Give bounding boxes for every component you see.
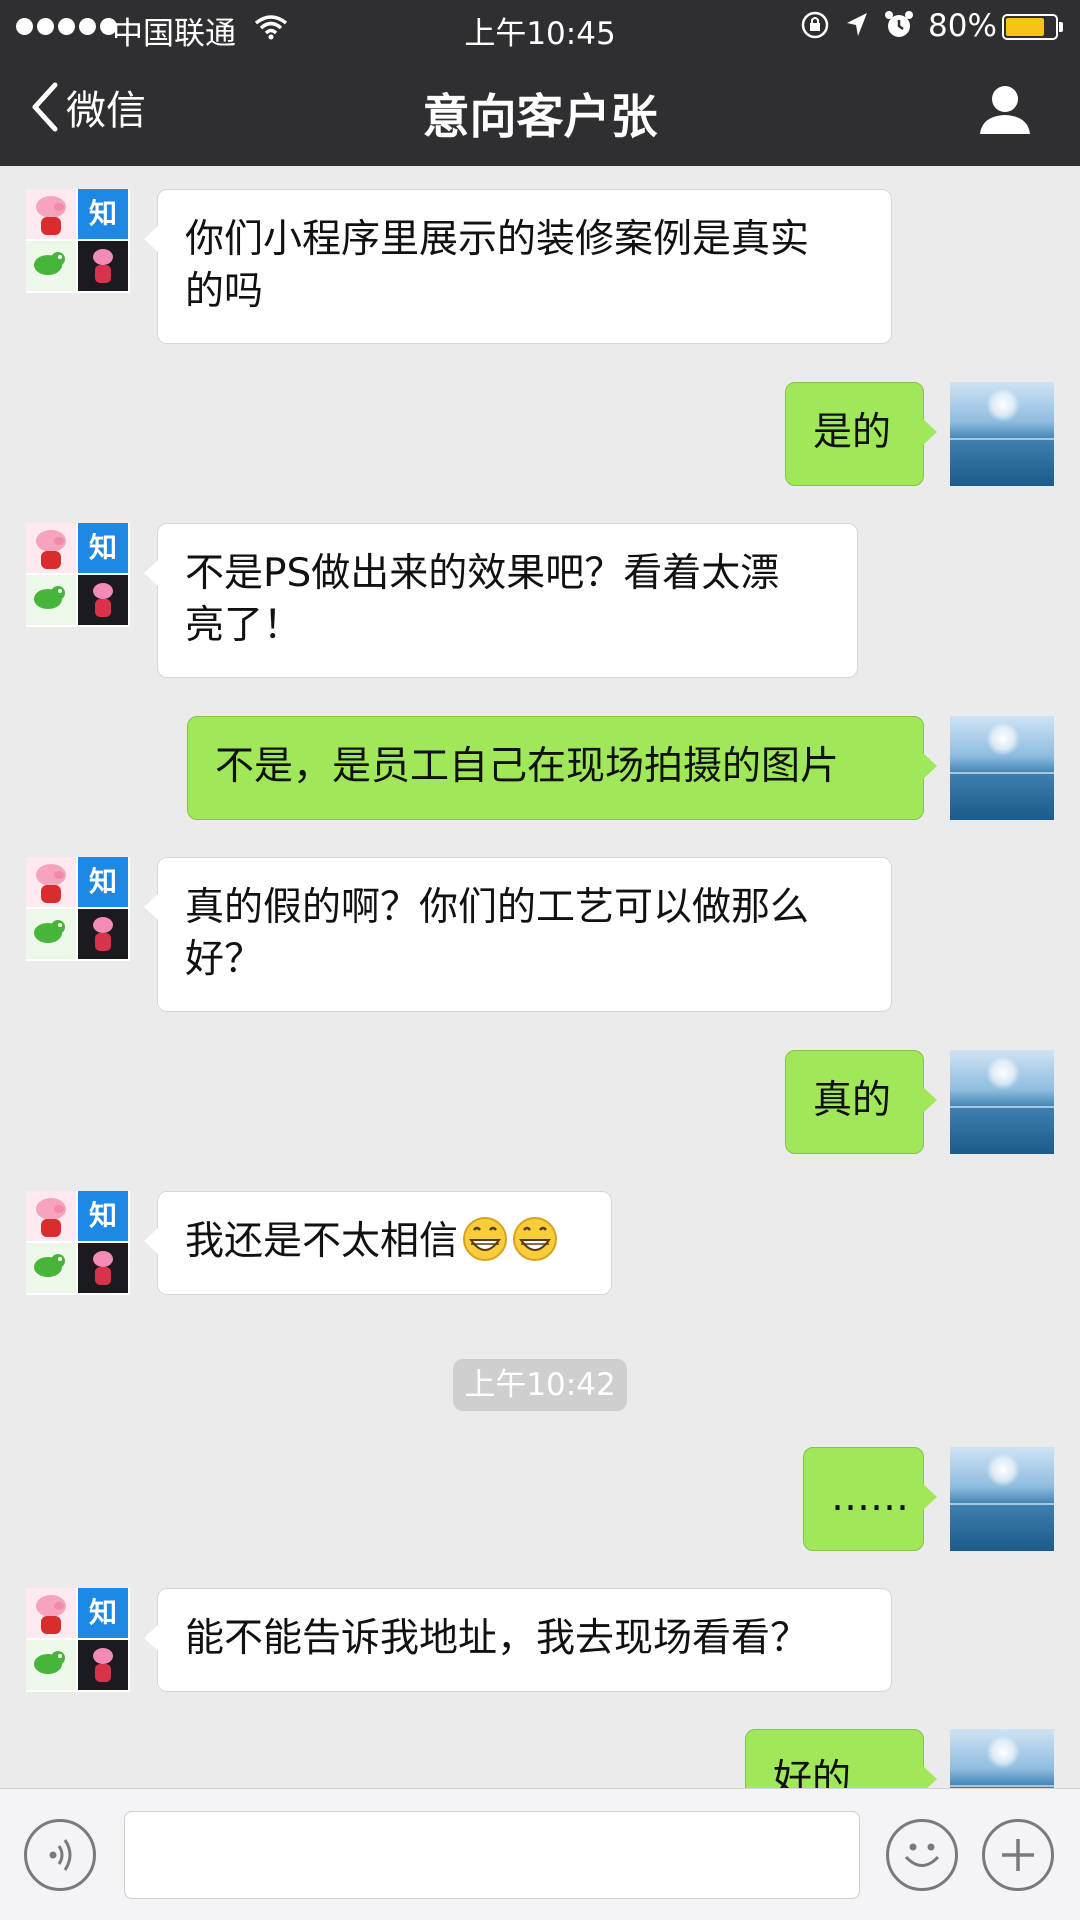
- battery-level-fill: [1006, 18, 1044, 36]
- message-text-line: 亮了！: [185, 603, 303, 648]
- message-text-line: ……: [831, 1475, 909, 1520]
- orientation-lock-icon: [801, 11, 829, 39]
- zhi-logo-icon: 知: [78, 189, 128, 239]
- emoji-button[interactable]: [886, 1819, 958, 1891]
- message-text-line: 你们小程序里展示的装修案例是真实: [185, 217, 810, 262]
- peppa-pig-icon: [26, 1191, 76, 1241]
- peppa-pig-icon: [26, 189, 76, 239]
- message-text-line: 是的: [813, 410, 892, 455]
- chat-history[interactable]: 知 你们小程序里展示的装修案例是真实 的吗 是的 知 不是PS做出来的效果吧？看…: [0, 166, 1080, 1788]
- message-input[interactable]: [124, 1811, 860, 1899]
- message-text-line: 好？: [185, 937, 264, 982]
- incoming-message-bubble[interactable]: 不是PS做出来的效果吧？看着太漂 亮了！: [144, 523, 858, 678]
- my-avatar[interactable]: [950, 1447, 1054, 1551]
- outgoing-message-bubble[interactable]: 是的: [785, 382, 937, 486]
- profile-icon: [980, 86, 1030, 134]
- peppa-pig-icon: [26, 523, 76, 573]
- zhi-logo-icon: 知: [78, 1191, 128, 1241]
- message-text-line: 我还是不太相信: [185, 1219, 459, 1264]
- group-avatar[interactable]: 知: [26, 1191, 130, 1295]
- peppa-pig-icon: [26, 857, 76, 907]
- my-avatar[interactable]: [950, 1050, 1054, 1154]
- incoming-message-bubble[interactable]: 真的假的啊？你们的工艺可以做那么 好？: [144, 857, 892, 1012]
- message-text-line: 好的: [773, 1757, 852, 1788]
- group-avatar[interactable]: 知: [26, 189, 130, 293]
- outgoing-message-bubble[interactable]: 不是，是员工自己在现场拍摄的图片: [187, 716, 937, 820]
- message-text-line: 不是，是员工自己在现场拍摄的图片: [215, 744, 840, 789]
- message-text-line: 的吗: [185, 269, 264, 314]
- emoji-icon: [904, 1843, 940, 1867]
- outgoing-message-bubble[interactable]: 好的: [745, 1729, 937, 1788]
- incoming-message-bubble[interactable]: 能不能告诉我地址，我去现场看看？: [144, 1588, 892, 1692]
- chat-title: 意向客户张: [422, 90, 658, 145]
- pig-character-icon: [78, 1243, 128, 1293]
- input-bar: [0, 1788, 1080, 1920]
- voice-input-button[interactable]: [24, 1819, 96, 1891]
- dinosaur-icon: [26, 1243, 76, 1293]
- pig-character-icon: [78, 575, 128, 625]
- my-avatar[interactable]: [950, 382, 1054, 486]
- group-avatar[interactable]: 知: [26, 523, 130, 627]
- my-avatar[interactable]: [950, 716, 1054, 820]
- message-text-line: 真的: [813, 1078, 892, 1123]
- alarm-icon: [885, 11, 913, 37]
- more-options-button[interactable]: [982, 1819, 1054, 1891]
- zhi-logo-icon: 知: [78, 857, 128, 907]
- status-right-icons: [800, 10, 914, 40]
- battery-percentage: 80%: [928, 8, 997, 44]
- top-bar: 中国联通 上午10:45 80% 微信 意向客户张: [0, 0, 1080, 166]
- dinosaur-icon: [26, 241, 76, 291]
- group-avatar[interactable]: 知: [26, 857, 130, 961]
- time-separator: 上午10:42: [453, 1359, 627, 1411]
- outgoing-message-bubble[interactable]: ……: [803, 1447, 937, 1551]
- plus-icon: [1002, 1839, 1034, 1871]
- incoming-message-bubble[interactable]: 我还是不太相信: [144, 1191, 612, 1295]
- dinosaur-icon: [26, 909, 76, 959]
- pig-character-icon: [78, 909, 128, 959]
- profile-button[interactable]: [976, 82, 1034, 140]
- location-arrow-icon: [847, 13, 867, 36]
- peppa-pig-icon: [26, 1588, 76, 1638]
- grinning-face-icon: [513, 1217, 558, 1261]
- navigation-bar: 微信 意向客户张: [0, 54, 1080, 166]
- group-avatar[interactable]: 知: [26, 1588, 130, 1692]
- status-time: 上午10:45: [464, 16, 616, 52]
- dinosaur-icon: [26, 575, 76, 625]
- message-text-line: 不是PS做出来的效果吧？看着太漂: [185, 551, 780, 596]
- incoming-message-bubble[interactable]: 你们小程序里展示的装修案例是真实 的吗: [144, 189, 892, 344]
- pig-character-icon: [78, 241, 128, 291]
- pig-character-icon: [78, 1640, 128, 1690]
- voice-icon: [49, 1839, 72, 1871]
- my-avatar[interactable]: [950, 1729, 1054, 1788]
- zhi-logo-icon: 知: [78, 523, 128, 573]
- message-text-line: 真的假的啊？你们的工艺可以做那么: [185, 885, 810, 930]
- outgoing-message-bubble[interactable]: 真的: [785, 1050, 937, 1154]
- grinning-face-icon: [463, 1217, 508, 1261]
- message-text-line: 能不能告诉我地址，我去现场看看？: [185, 1616, 810, 1661]
- dinosaur-icon: [26, 1640, 76, 1690]
- status-bar: 中国联通 上午10:45 80%: [0, 0, 1080, 54]
- battery-icon: [1002, 14, 1063, 40]
- zhi-logo-icon: 知: [78, 1588, 128, 1638]
